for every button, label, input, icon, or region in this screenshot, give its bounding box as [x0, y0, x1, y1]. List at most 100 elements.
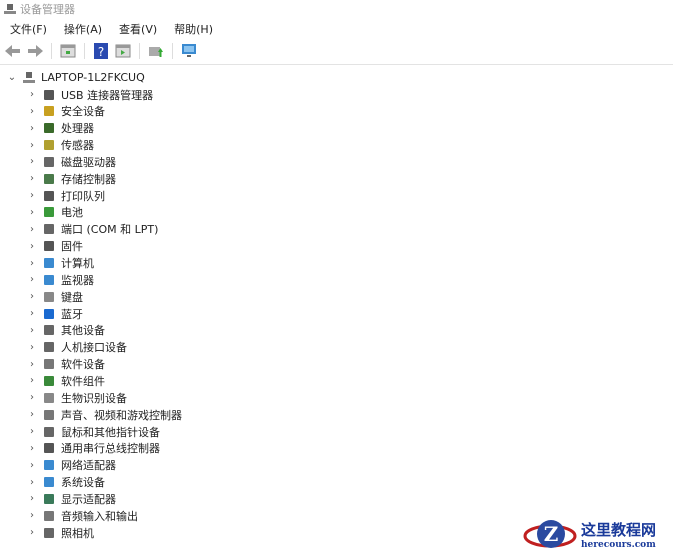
chevron-right-icon[interactable]: › [26, 527, 38, 538]
tree-item[interactable]: › 键盘 [26, 288, 83, 305]
chevron-right-icon[interactable]: › [26, 510, 38, 521]
chevron-right-icon[interactable]: › [26, 325, 38, 336]
chevron-right-icon[interactable]: › [26, 342, 38, 353]
chevron-right-icon[interactable]: › [26, 493, 38, 504]
tree-item[interactable]: › 生物识别设备 [26, 389, 127, 406]
tree-item-label: 端口 (COM 和 LPT) [61, 223, 159, 237]
tree-item[interactable]: › 存储控制器 [26, 170, 116, 187]
monitor-icon[interactable] [180, 42, 198, 60]
hid-icon [42, 341, 55, 353]
tree-item-label: USB 连接器管理器 [61, 88, 154, 102]
tree-item[interactable]: › 打印队列 [26, 187, 105, 204]
chevron-right-icon[interactable]: › [26, 460, 38, 471]
tree-item-label: 计算机 [61, 257, 94, 270]
tree-item[interactable]: › 监视器 [26, 271, 94, 288]
tree-item-label: 显示适配器 [61, 492, 116, 506]
tree-item-label: 声音、视频和游戏控制器 [61, 408, 182, 422]
chevron-right-icon[interactable]: › [26, 224, 38, 235]
tree-item[interactable]: › 电池 [26, 204, 83, 221]
tree-item[interactable]: › 声音、视频和游戏控制器 [26, 406, 182, 423]
tree-item-label: 传感器 [61, 139, 94, 153]
chevron-right-icon[interactable]: › [26, 106, 38, 117]
chevron-right-icon[interactable]: › [26, 443, 38, 454]
chevron-right-icon[interactable]: › [26, 308, 38, 319]
chevron-right-icon[interactable]: › [26, 89, 38, 100]
bluetooth-icon [42, 308, 55, 320]
chevron-right-icon[interactable]: › [26, 156, 38, 167]
tree-item-label: 固件 [61, 240, 83, 254]
tree-item[interactable]: › 端口 (COM 和 LPT) [26, 221, 158, 238]
mouse-icon [42, 426, 55, 438]
watermark: Z 这里教程网 herecours.com [523, 514, 656, 554]
software-device-icon [42, 358, 55, 370]
chevron-right-icon[interactable]: › [26, 375, 38, 386]
properties-icon[interactable] [59, 42, 77, 60]
chevron-right-icon[interactable]: › [26, 123, 38, 134]
computer-network-icon [22, 71, 35, 84]
help-icon[interactable]: ? [92, 42, 110, 60]
tree-item[interactable]: › 软件组件 [26, 372, 105, 389]
tree-item[interactable]: › 固件 [26, 238, 83, 255]
forward-icon[interactable] [26, 42, 44, 60]
display-adapter-icon [42, 493, 55, 505]
tree-item[interactable]: › 软件设备 [26, 356, 105, 373]
menu-bar: 文件(F) 操作(A) 查看(V) 帮助(H) [0, 19, 220, 39]
tree-item[interactable]: › 音频输入和输出 [26, 507, 138, 524]
tree-item[interactable]: › 蓝牙 [26, 305, 83, 322]
tree-item[interactable]: › 网络适配器 [26, 457, 116, 474]
tree-item-label: 安全设备 [61, 105, 105, 119]
update-driver-icon[interactable] [147, 42, 165, 60]
tree-item-label: 其他设备 [61, 324, 105, 338]
tree-item-label: 软件设备 [61, 358, 105, 372]
tree-item[interactable]: › 通用串行总线控制器 [26, 440, 160, 457]
tree-item[interactable]: › 鼠标和其他指针设备 [26, 423, 160, 440]
tree-item[interactable]: › 显示适配器 [26, 490, 116, 507]
chevron-right-icon[interactable]: › [26, 291, 38, 302]
chevron-right-icon[interactable]: › [26, 409, 38, 420]
tree-item-label: 鼠标和其他指针设备 [61, 425, 160, 439]
tree-root[interactable]: ⌄ LAPTOP-1L2FKCUQ [6, 69, 145, 86]
printer-icon [42, 190, 55, 202]
tree-item[interactable]: › 磁盘驱动器 [26, 153, 116, 170]
tree-item[interactable]: › 处理器 [26, 120, 94, 137]
back-icon[interactable] [4, 42, 22, 60]
tree-item[interactable]: › USB 连接器管理器 [26, 86, 153, 103]
tree-item-label: 生物识别设备 [61, 391, 127, 405]
disk-drive-icon [42, 156, 55, 168]
chevron-right-icon[interactable]: › [26, 140, 38, 151]
tree-item[interactable]: › 照相机 [26, 524, 94, 541]
tree-item[interactable]: › 其他设备 [26, 322, 105, 339]
chevron-down-icon[interactable]: ⌄ [6, 72, 18, 83]
tree-item-label: 音频输入和输出 [61, 509, 138, 523]
tree-item-label: 存储控制器 [61, 172, 116, 186]
usb-icon [42, 89, 55, 101]
title-bar: 设备管理器 [4, 0, 75, 18]
tree-item[interactable]: › 系统设备 [26, 474, 105, 491]
menu-action[interactable]: 操作(A) [54, 21, 109, 37]
tree-item-label: 通用串行总线控制器 [61, 442, 160, 456]
svg-text:Z: Z [544, 522, 559, 546]
chevron-right-icon[interactable]: › [26, 274, 38, 285]
monitor-icon [42, 274, 55, 286]
tree-item[interactable]: › 传感器 [26, 137, 94, 154]
chevron-right-icon[interactable]: › [26, 258, 38, 269]
tree-item[interactable]: › 计算机 [26, 255, 94, 272]
chevron-right-icon[interactable]: › [26, 241, 38, 252]
biometric-icon [42, 392, 55, 404]
system-device-icon [42, 476, 55, 488]
chevron-right-icon[interactable]: › [26, 392, 38, 403]
tree-item-label: 系统设备 [61, 476, 105, 490]
chevron-right-icon[interactable]: › [26, 207, 38, 218]
menu-view[interactable]: 查看(V) [109, 21, 164, 37]
chevron-right-icon[interactable]: › [26, 477, 38, 488]
chevron-right-icon[interactable]: › [26, 426, 38, 437]
tree-item[interactable]: › 安全设备 [26, 103, 105, 120]
menu-help[interactable]: 帮助(H) [164, 21, 220, 37]
chevron-right-icon[interactable]: › [26, 173, 38, 184]
camera-icon [42, 527, 55, 539]
chevron-right-icon[interactable]: › [26, 359, 38, 370]
chevron-right-icon[interactable]: › [26, 190, 38, 201]
tree-item[interactable]: › 人机接口设备 [26, 339, 127, 356]
menu-file[interactable]: 文件(F) [0, 21, 54, 37]
show-hide-icon[interactable] [114, 42, 132, 60]
